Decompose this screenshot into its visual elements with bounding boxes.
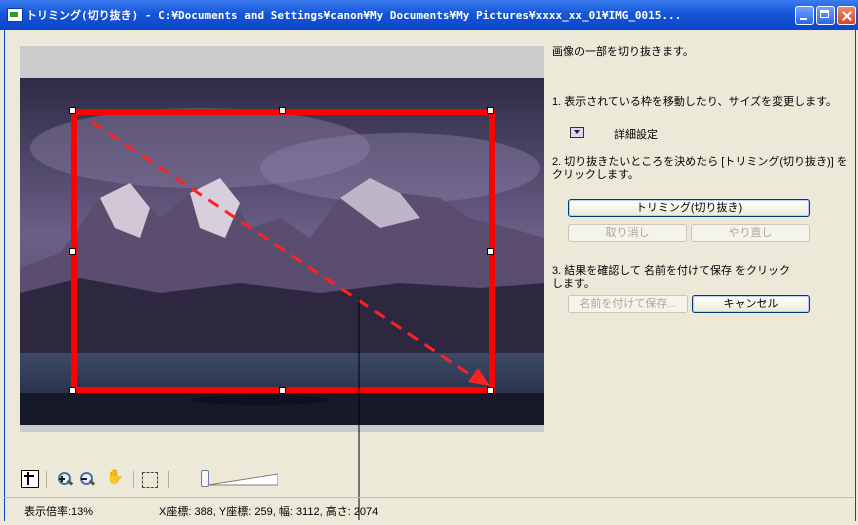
coordinate-status: X座標: 388, Y座標: 259, 幅: 3112, 高さ: 2074 [159, 506, 379, 518]
status-bar [4, 497, 854, 522]
cancel-button[interactable]: キャンセル [692, 295, 810, 313]
hand-icon[interactable] [106, 469, 124, 488]
zoom-in-plus-vertical [61, 476, 63, 482]
expand-settings-icon[interactable] [570, 127, 584, 138]
resize-handle-left[interactable] [69, 248, 76, 255]
crop-tool-icon[interactable] [21, 470, 39, 488]
resize-handle-bottom[interactable] [279, 387, 286, 394]
toolbar-separator [46, 471, 47, 488]
advanced-settings-link[interactable]: 詳細設定 [614, 126, 658, 142]
intro-text: 画像の一部を切り抜きます。 [552, 46, 694, 58]
resize-handle-top[interactable] [279, 107, 286, 114]
redo-button[interactable]: やり直し [691, 224, 810, 242]
zoom-status: 表示倍率:13% [24, 506, 94, 518]
toolbar-separator [168, 471, 169, 488]
zoom-slider-track[interactable] [208, 473, 278, 487]
zoom-out-minus [81, 478, 87, 480]
trim-button[interactable]: トリミング(切り抜き) [568, 199, 810, 217]
save-as-button[interactable]: 名前を付けて保存... [568, 295, 688, 313]
toolbar-separator [133, 471, 134, 488]
step3-text-line2: します。 [552, 278, 595, 290]
undo-button[interactable]: 取り消し [568, 224, 687, 242]
resize-handle-top-left[interactable] [69, 107, 76, 114]
resize-handle-right[interactable] [487, 248, 494, 255]
zoom-slider-thumb[interactable] [201, 470, 209, 487]
fit-to-window-icon[interactable] [142, 472, 158, 488]
step2-text-line2: クリックします。 [552, 169, 639, 181]
resize-handle-top-right[interactable] [487, 107, 494, 114]
resize-handle-bottom-left[interactable] [69, 387, 76, 394]
drag-direction-arrow [91, 120, 476, 380]
step1-text: 1. 表示されている枠を移動したり、サイズを変更します。 [552, 96, 838, 108]
arrow-head-icon [468, 368, 490, 386]
resize-handle-bottom-right[interactable] [487, 387, 494, 394]
